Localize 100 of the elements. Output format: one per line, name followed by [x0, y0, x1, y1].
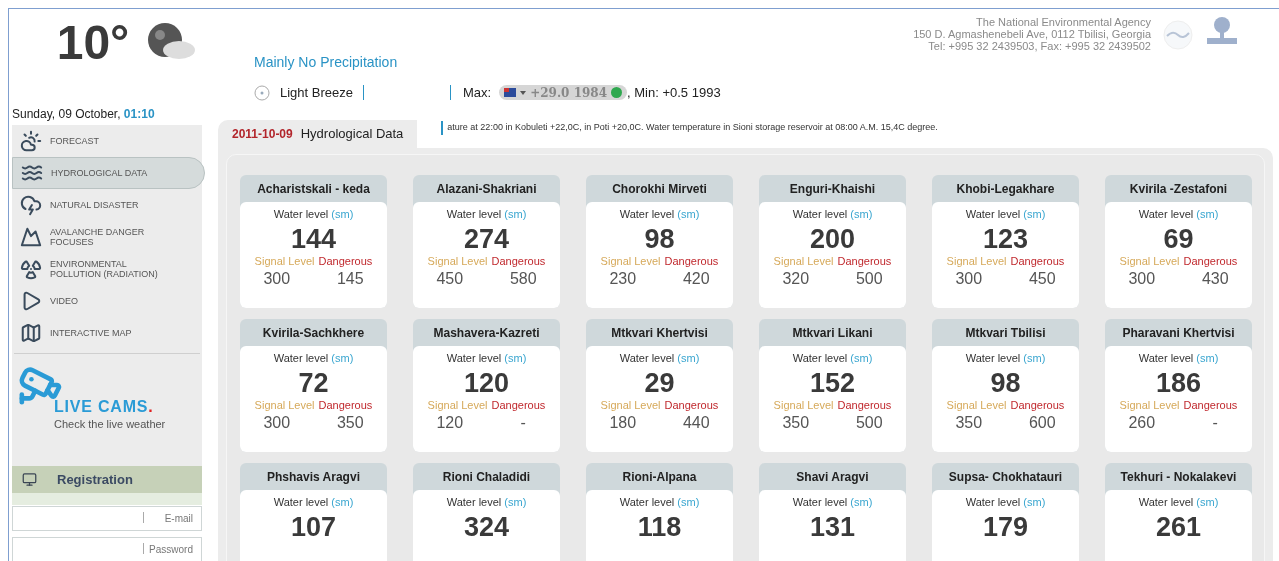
- dangerous-label: Dangerous: [318, 398, 373, 412]
- water-level-value: 324: [463, 510, 510, 543]
- monitor-icon: [22, 472, 37, 487]
- signal-level-label: Signal Level: [254, 398, 315, 412]
- signal-level-label: Signal Level: [773, 254, 834, 268]
- water-level-label: Water level (sm): [446, 351, 527, 366]
- water-level-label: Water level (sm): [792, 351, 873, 366]
- signal-level-value: 350: [781, 412, 811, 433]
- cloud-sun-icon: [20, 130, 42, 152]
- water-level-value: 261: [1155, 510, 1202, 543]
- water-level-label: Water level (sm): [1138, 495, 1219, 510]
- dangerous-value: 440: [681, 412, 711, 433]
- dangerous-value: -: [519, 412, 527, 433]
- water-level-label: Water level (sm): [619, 351, 700, 366]
- water-level-label: Water level (sm): [965, 351, 1046, 366]
- water-level-label: Water level (sm): [273, 207, 354, 222]
- water-level-value: 144: [290, 222, 337, 255]
- water-level-value: 123: [982, 222, 1029, 255]
- input-field[interactable]: E-mail: [12, 506, 202, 531]
- signal-level-label: Signal Level: [946, 254, 1007, 268]
- water-level-label: Water level (sm): [965, 495, 1046, 510]
- registration-bar[interactable]: Registration: [12, 466, 202, 493]
- dangerous-value: 500: [854, 412, 884, 433]
- water-level-label: Water level (sm): [273, 495, 354, 510]
- wind-text: Light Breeze: [280, 84, 353, 102]
- water-level-label: Water level (sm): [792, 495, 873, 510]
- water-level-value: 131: [809, 510, 856, 543]
- signal-level-value: 300: [1127, 268, 1157, 289]
- live-cams-title[interactable]: LIVE CAMS.: [54, 398, 202, 416]
- station-name: Khobi-Legakhare: [955, 180, 1056, 198]
- sidebar-item[interactable]: HYDROLOGICAL DATA: [12, 157, 205, 189]
- station-name: Phshavis Aragvi: [266, 468, 361, 486]
- station-name: Alazani-Shakriani: [435, 180, 538, 198]
- sidebar-item[interactable]: FORECAST: [12, 125, 202, 157]
- signal-level-value: 300: [262, 412, 292, 433]
- live-cams-subtitle: Check the live weather: [54, 417, 167, 432]
- water-level-value: 179: [982, 510, 1029, 543]
- station-name: Kvirila -Zestafoni: [1128, 180, 1229, 198]
- signal-level-value: 120: [435, 412, 465, 433]
- signal-level-label: Signal Level: [1119, 254, 1180, 268]
- signal-level-value: 450: [435, 268, 465, 289]
- signal-level-value: 300: [954, 268, 984, 289]
- station-name: Supsa- Chokhatauri: [947, 468, 1064, 486]
- dangerous-value: 350: [335, 412, 365, 433]
- water-level-value: 72: [298, 366, 329, 399]
- signal-level-label: Signal Level: [254, 254, 315, 268]
- signal-level-label: Signal Level: [946, 398, 1007, 412]
- sidebar-item[interactable]: NATURAL DISASTER: [12, 189, 202, 221]
- dangerous-label: Dangerous: [318, 254, 373, 268]
- water-level-label: Water level (sm): [273, 351, 354, 366]
- agency-address: 150 D. Agmashenebeli Ave, 0112 Tbilisi, Georgia: [913, 28, 1151, 40]
- signal-level-label: Signal Level: [773, 398, 834, 412]
- dangerous-value: 145: [335, 268, 365, 289]
- water-level-label: Water level (sm): [619, 495, 700, 510]
- mountain-icon: [20, 226, 42, 248]
- water-level-value: 120: [463, 366, 510, 399]
- station-name: Chorokhi Mirveti: [611, 180, 708, 198]
- map-icon: [20, 322, 42, 344]
- tab-title: Hydrological Data: [300, 125, 404, 144]
- station-name: Enguri-Khaishi: [788, 180, 877, 198]
- dangerous-value: 580: [508, 268, 538, 289]
- flag-icon: [504, 88, 517, 98]
- storm-cloud-icon: [20, 194, 42, 216]
- sidebar-item[interactable]: INTERACTIVE MAP: [12, 317, 202, 349]
- signal-level-value: 320: [781, 268, 811, 289]
- dangerous-label: Dangerous: [664, 254, 719, 268]
- water-level-label: Water level (sm): [792, 207, 873, 222]
- sidebar-item[interactable]: VIDEO: [12, 285, 202, 317]
- water-level-label: Water level (sm): [619, 207, 700, 222]
- sidebar-item[interactable]: ENVIRONMENTAL POLLUTION (RADIATION): [12, 253, 202, 285]
- agency-name: The National Environmental Agency: [976, 16, 1151, 28]
- dangerous-value: 420: [681, 268, 711, 289]
- signal-level-value: 300: [262, 268, 292, 289]
- signal-level-label: Signal Level: [600, 398, 661, 412]
- water-level-value: 107: [290, 510, 337, 543]
- signal-level-label: Signal Level: [427, 254, 488, 268]
- water-level-label: Water level (sm): [446, 207, 527, 222]
- station-name: Shavi Aragvi: [795, 468, 870, 486]
- signal-level-value: 230: [608, 268, 638, 289]
- input-field[interactable]: Password: [12, 537, 202, 561]
- station-name: Mashavera-Kazreti: [432, 324, 541, 342]
- water-level-label: Water level (sm): [446, 495, 527, 510]
- station-name: Mtkvari Khertvisi: [610, 324, 709, 342]
- signal-level-label: Signal Level: [427, 398, 488, 412]
- water-level-value: 200: [809, 222, 856, 255]
- water-level-label: Water level (sm): [965, 207, 1046, 222]
- dangerous-value: 450: [1027, 268, 1057, 289]
- dangerous-label: Dangerous: [1010, 254, 1065, 268]
- section-tab[interactable]: 2011-10-09 Hydrological Data: [218, 120, 418, 148]
- water-level-value: 29: [644, 366, 675, 399]
- water-level-value: 152: [809, 366, 856, 399]
- signal-level-value: 260: [1127, 412, 1157, 433]
- dangerous-label: Dangerous: [491, 398, 546, 412]
- dangerous-label: Dangerous: [1010, 398, 1065, 412]
- signal-level-value: 350: [954, 412, 984, 433]
- water-level-label: Water level (sm): [1138, 351, 1219, 366]
- signal-level-value: 180: [608, 412, 638, 433]
- sidebar-item[interactable]: AVALANCHE DANGER FOCUSES: [12, 221, 202, 253]
- agency-phone: Tel: +995 32 2439503, Fax: +995 32 2439502: [928, 40, 1151, 52]
- station-name: Mtkvari Tbilisi: [964, 324, 1047, 342]
